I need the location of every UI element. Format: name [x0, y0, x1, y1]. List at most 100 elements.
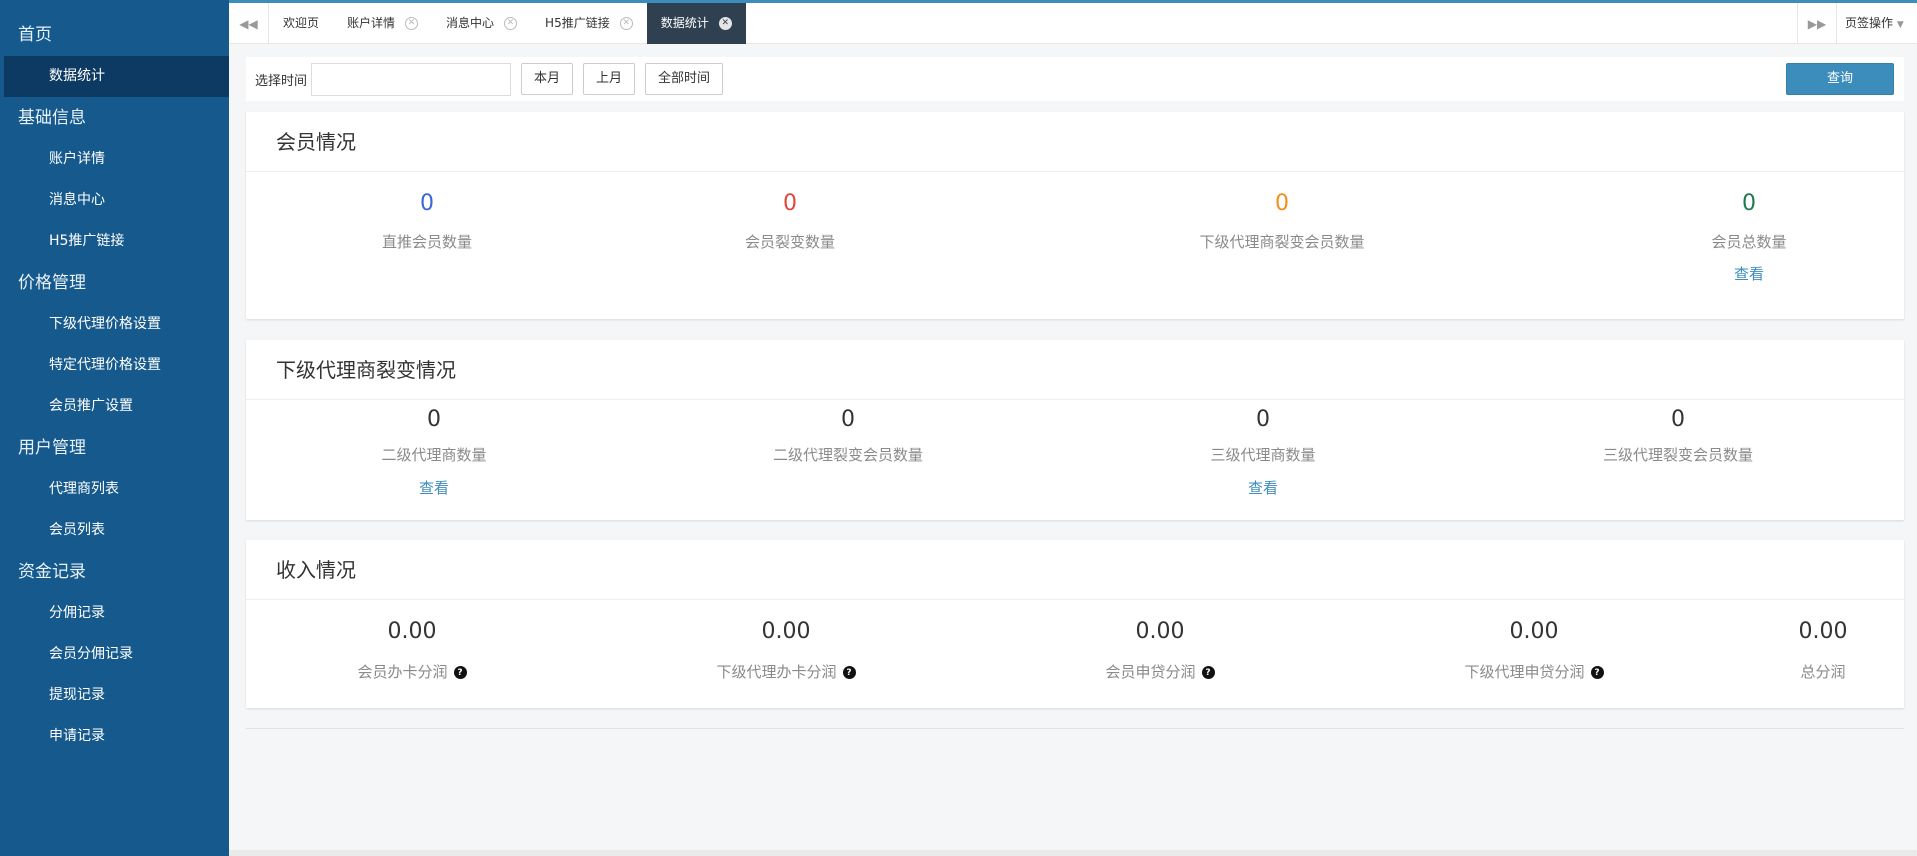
tab-operations-menu[interactable]: 页签操作 ▼: [1837, 3, 1917, 44]
sidebar: 首页 数据统计 基础信息 账户详情 消息中心 H5推广链接 价格管理 下级代理价…: [0, 0, 229, 856]
close-icon[interactable]: ✕: [504, 17, 518, 30]
stat-value: 0: [427, 407, 441, 432]
stat-value: 0: [1671, 407, 1685, 432]
sidebar-item-sub-agent-price[interactable]: 下级代理价格设置: [0, 304, 229, 345]
stat-direct-members: 0 直推会员数量: [267, 190, 587, 252]
tab-list: 欢迎页 账户详情 ✕ 消息中心 ✕ H5推广链接 ✕ 数据统计 ✕: [269, 3, 746, 44]
stat-value: 0: [1256, 407, 1270, 432]
members-panel-title: 会员情况: [246, 112, 1904, 172]
stat-label: 直推会员数量: [381, 233, 472, 251]
stat-value: 0: [841, 407, 855, 432]
sidebar-item-commission[interactable]: 分佣记录: [0, 593, 229, 634]
help-icon[interactable]: ?: [1201, 666, 1215, 679]
view-total-members-link[interactable]: 查看: [1589, 264, 1909, 284]
tab-ops-label: 页签操作: [1845, 16, 1894, 30]
stat-total-members: 0 会员总数量 查看: [1589, 190, 1909, 284]
divider: [246, 728, 1904, 729]
tab-message-center[interactable]: 消息中心 ✕: [432, 3, 531, 44]
tab-label: 消息中心: [446, 16, 495, 30]
tab-welcome[interactable]: 欢迎页: [269, 3, 333, 44]
sub-agents-panel: 下级代理商裂变情况 0 二级代理商数量 查看 0 二级代理裂变会员数量 0 三级…: [246, 340, 1904, 520]
income-panel: 收入情况 0.00 会员办卡分润? 0.00 下级代理办卡分润? 0.00 会员…: [246, 540, 1904, 708]
close-icon[interactable]: ✕: [718, 17, 732, 30]
tab-label: 数据统计: [660, 16, 709, 30]
tab-label: H5推广链接: [545, 16, 610, 30]
sidebar-group-funds[interactable]: 资金记录: [0, 551, 229, 593]
stat-member-card-profit: 0.00 会员办卡分润?: [252, 618, 572, 682]
stat-level3-fission-members: 0 三级代理裂变会员数量: [1518, 406, 1838, 465]
stat-value: 0: [783, 191, 797, 216]
stat-label: 二级代理裂变会员数量: [772, 446, 923, 464]
this-month-button[interactable]: 本月: [521, 63, 574, 95]
stat-value: 0: [1275, 191, 1289, 216]
sidebar-item-data-stats[interactable]: 数据统计: [4, 56, 229, 97]
stat-member-loan-profit: 0.00 会员申贷分润?: [1000, 618, 1320, 682]
sidebar-item-account-details[interactable]: 账户详情: [0, 139, 229, 180]
stat-label: 二级代理商数量: [381, 446, 487, 464]
help-icon[interactable]: ?: [453, 666, 467, 679]
tab-bar: ◀◀ 欢迎页 账户详情 ✕ 消息中心 ✕ H5推广链接 ✕ 数据统计 ✕ ▶▶ 页签操作…: [229, 0, 1917, 44]
stat-label: 下级代理商裂变会员数量: [1199, 233, 1365, 251]
tab-data-stats[interactable]: 数据统计 ✕: [646, 3, 746, 44]
tab-label: 账户详情: [347, 16, 396, 30]
time-filter-label: 选择时间: [255, 73, 308, 89]
view-level2-agents-link[interactable]: 查看: [274, 478, 594, 498]
sidebar-item-agent-list[interactable]: 代理商列表: [0, 469, 229, 510]
sidebar-group-basic-info[interactable]: 基础信息: [0, 97, 229, 139]
stat-label: 下级代理申贷分润: [1464, 663, 1585, 681]
sidebar-item-member-commission[interactable]: 会员分佣记录: [0, 634, 229, 675]
stat-level2-agents: 0 二级代理商数量 查看: [274, 406, 594, 498]
stat-value: 0.00: [1798, 619, 1848, 644]
stat-label: 会员申贷分润: [1105, 663, 1196, 681]
filter-bar: 选择时间 本月 上月 全部时间 查询: [246, 57, 1904, 101]
stat-level2-fission-members: 0 二级代理裂变会员数量: [688, 406, 1008, 465]
stat-sub-agent-fission-members: 0 下级代理商裂变会员数量: [1122, 190, 1442, 252]
stat-label: 三级代理裂变会员数量: [1602, 446, 1753, 464]
sidebar-item-h5-link[interactable]: H5推广链接: [0, 221, 229, 262]
sub-agents-panel-title: 下级代理商裂变情况: [246, 340, 1904, 400]
help-icon[interactable]: ?: [842, 666, 856, 679]
all-time-button[interactable]: 全部时间: [645, 63, 724, 95]
sidebar-item-specific-agent-price[interactable]: 特定代理价格设置: [0, 345, 229, 386]
close-icon[interactable]: ✕: [405, 17, 419, 30]
tab-scroll-left-icon[interactable]: ◀◀: [229, 3, 269, 44]
stat-value: 0: [1742, 191, 1756, 216]
members-panel: 会员情况 0 直推会员数量 0 会员裂变数量 0 下级代理商裂变会员数量 0 会…: [246, 112, 1904, 319]
time-range-input[interactable]: [311, 62, 512, 96]
footer-strip: [229, 850, 1917, 856]
stat-sub-agent-loan-profit: 0.00 下级代理申贷分润?: [1374, 618, 1694, 682]
tab-h5-link[interactable]: H5推广链接 ✕: [531, 3, 647, 44]
stat-value: 0: [420, 191, 434, 216]
view-level3-agents-link[interactable]: 查看: [1103, 478, 1423, 498]
tab-scroll-right-icon[interactable]: ▶▶: [1797, 3, 1837, 44]
sidebar-item-message-center[interactable]: 消息中心: [0, 180, 229, 221]
stat-label: 会员裂变数量: [744, 233, 835, 251]
query-button[interactable]: 查询: [1786, 63, 1894, 95]
sidebar-group-users[interactable]: 用户管理: [0, 427, 229, 469]
tab-label: 欢迎页: [283, 16, 320, 30]
stat-value: 0.00: [761, 619, 811, 644]
close-icon[interactable]: ✕: [619, 17, 633, 30]
stat-member-fission: 0 会员裂变数量: [630, 190, 950, 252]
sidebar-item-applications[interactable]: 申请记录: [0, 716, 229, 757]
sidebar-item-member-list[interactable]: 会员列表: [0, 510, 229, 551]
stat-label: 总分润: [1800, 663, 1846, 681]
stat-value: 0.00: [1509, 619, 1559, 644]
stat-label: 会员总数量: [1711, 233, 1787, 251]
stat-level3-agents: 0 三级代理商数量 查看: [1103, 406, 1423, 498]
help-icon[interactable]: ?: [1590, 666, 1604, 679]
sidebar-item-member-promo[interactable]: 会员推广设置: [0, 386, 229, 427]
last-month-button[interactable]: 上月: [583, 63, 636, 95]
sidebar-group-home[interactable]: 首页: [0, 14, 229, 56]
chevron-down-icon: ▼: [1896, 20, 1904, 30]
tab-account-details[interactable]: 账户详情 ✕: [333, 3, 432, 44]
sidebar-item-withdrawals[interactable]: 提现记录: [0, 675, 229, 716]
stat-value: 0.00: [1135, 619, 1185, 644]
stat-total-profit: 0.00 总分润: [1743, 618, 1903, 682]
stat-label: 会员办卡分润: [357, 663, 448, 681]
stat-label: 三级代理商数量: [1210, 446, 1316, 464]
stat-value: 0.00: [387, 619, 437, 644]
stat-sub-agent-card-profit: 0.00 下级代理办卡分润?: [626, 618, 946, 682]
sidebar-group-price[interactable]: 价格管理: [0, 262, 229, 304]
stat-label: 下级代理办卡分润: [716, 663, 837, 681]
